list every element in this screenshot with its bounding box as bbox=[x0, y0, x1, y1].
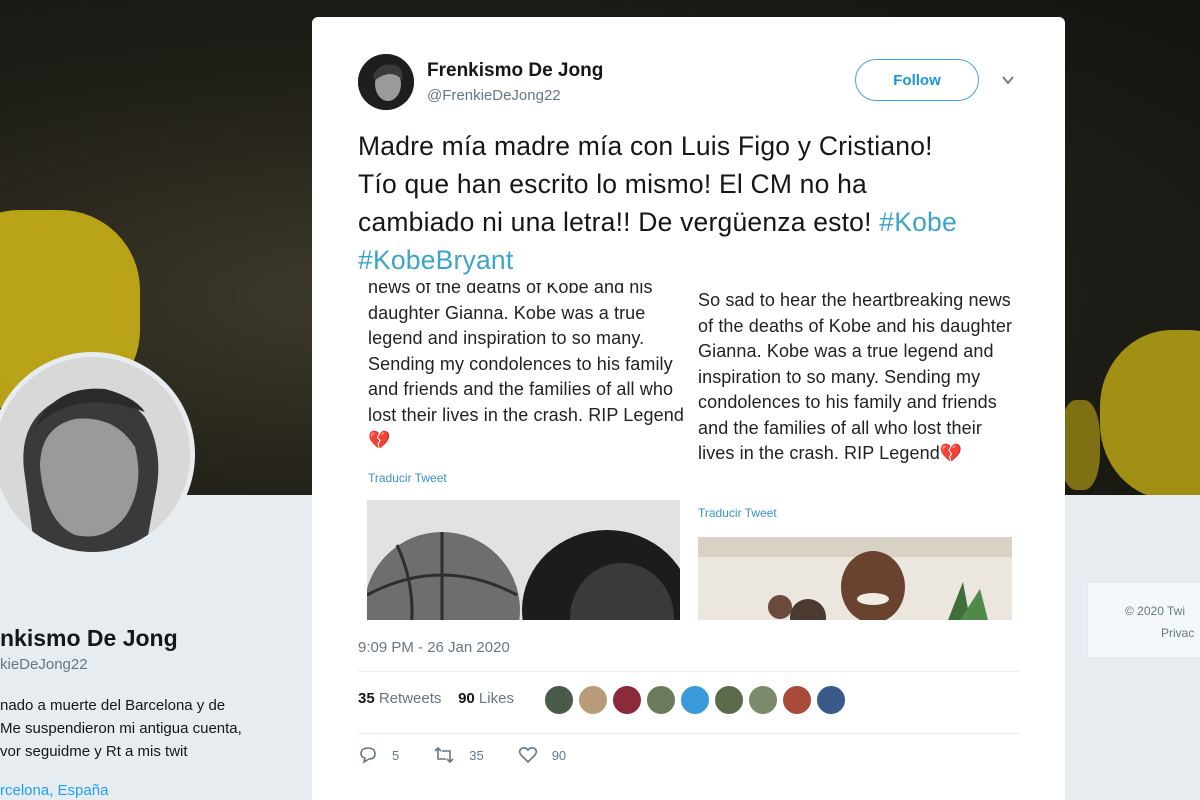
profile-bio: nado a muerte del Barcelona y de Me susp… bbox=[0, 694, 242, 763]
follow-button[interactable]: Follow bbox=[855, 59, 979, 101]
embedded-screenshot[interactable]: news of the deaths of Kobe and his daugh… bbox=[364, 283, 1024, 620]
retweet-icon bbox=[434, 746, 454, 764]
embedded-tweet-text-left: news of the deaths of Kobe and his daugh… bbox=[368, 283, 684, 450]
like-button[interactable]: 90 bbox=[518, 745, 566, 765]
author-handle[interactable]: @FrenkieDeJong22 bbox=[427, 87, 561, 104]
liker-avatar[interactable] bbox=[612, 685, 642, 715]
bio-line: Me suspendieron mi antigua cuenta, bbox=[0, 720, 242, 737]
retweets-count[interactable]: 35 bbox=[358, 690, 375, 707]
hashtag-link[interactable]: #Kobe bbox=[879, 207, 957, 237]
tweet-body: Madre mía madre mía con Luis Figo y Cris… bbox=[358, 131, 933, 237]
retweet-button[interactable]: 35 bbox=[433, 745, 484, 765]
banner-shirt-right-detail bbox=[1060, 400, 1100, 490]
author-name[interactable]: Frenkismo De Jong bbox=[427, 60, 603, 82]
retweet-count: 35 bbox=[469, 747, 484, 763]
footer-links: © 2020 Twi Privac bbox=[1125, 600, 1194, 644]
tweet-modal: Frenkismo De Jong @FrenkieDeJong22 Follo… bbox=[312, 17, 1065, 800]
liker-avatar[interactable] bbox=[816, 685, 846, 715]
translate-link: Traducir Tweet bbox=[698, 506, 777, 520]
liker-avatar[interactable] bbox=[748, 685, 778, 715]
heart-icon bbox=[518, 746, 537, 764]
author-avatar[interactable] bbox=[358, 54, 414, 110]
reply-icon bbox=[360, 747, 376, 764]
liker-avatar[interactable] bbox=[578, 685, 608, 715]
translate-link: Traducir Tweet bbox=[368, 471, 447, 485]
tweet-text: Madre mía madre mía con Luis Figo y Cris… bbox=[358, 127, 958, 279]
like-count: 90 bbox=[551, 747, 567, 763]
liker-avatar[interactable] bbox=[680, 685, 710, 715]
footer-privacy-link[interactable]: Privac bbox=[1125, 622, 1194, 644]
tweet-timestamp[interactable]: 9:09 PM - 26 Jan 2020 bbox=[358, 639, 510, 656]
liker-avatar[interactable] bbox=[714, 685, 744, 715]
likes-label[interactable]: Likes bbox=[479, 690, 514, 707]
divider bbox=[358, 671, 1019, 672]
footer-copyright: © 2020 Twi bbox=[1125, 604, 1185, 618]
tweet-stats: 35 Retweets 90 Likes bbox=[358, 690, 514, 707]
hashtag-link[interactable]: #KobeBryant bbox=[358, 245, 513, 275]
profile-handle: kieDeJong22 bbox=[0, 656, 88, 673]
embedded-photo-right bbox=[698, 537, 1012, 620]
profile-name: nkismo De Jong bbox=[0, 625, 178, 651]
liker-avatar[interactable] bbox=[646, 685, 676, 715]
liker-avatar[interactable] bbox=[544, 685, 574, 715]
reply-button[interactable]: 5 bbox=[358, 745, 399, 765]
divider bbox=[358, 733, 1019, 734]
likes-count[interactable]: 90 bbox=[458, 690, 475, 707]
liker-avatar[interactable] bbox=[782, 685, 812, 715]
chevron-down-icon[interactable] bbox=[1001, 73, 1015, 87]
embedded-tweet-text-right: So sad to hear the heartbreaking news of… bbox=[698, 290, 1013, 463]
tweet-actions: 5 35 90 bbox=[358, 745, 600, 765]
bio-line: nado a muerte del Barcelona y de bbox=[0, 697, 226, 714]
embedded-photo-left bbox=[367, 500, 680, 620]
bio-line: vor seguidme y Rt a mis twit bbox=[0, 743, 188, 760]
liker-avatars bbox=[544, 685, 846, 715]
profile-location[interactable]: rcelona, España bbox=[0, 782, 108, 799]
retweets-label[interactable]: Retweets bbox=[379, 690, 442, 707]
reply-count: 5 bbox=[392, 747, 400, 763]
